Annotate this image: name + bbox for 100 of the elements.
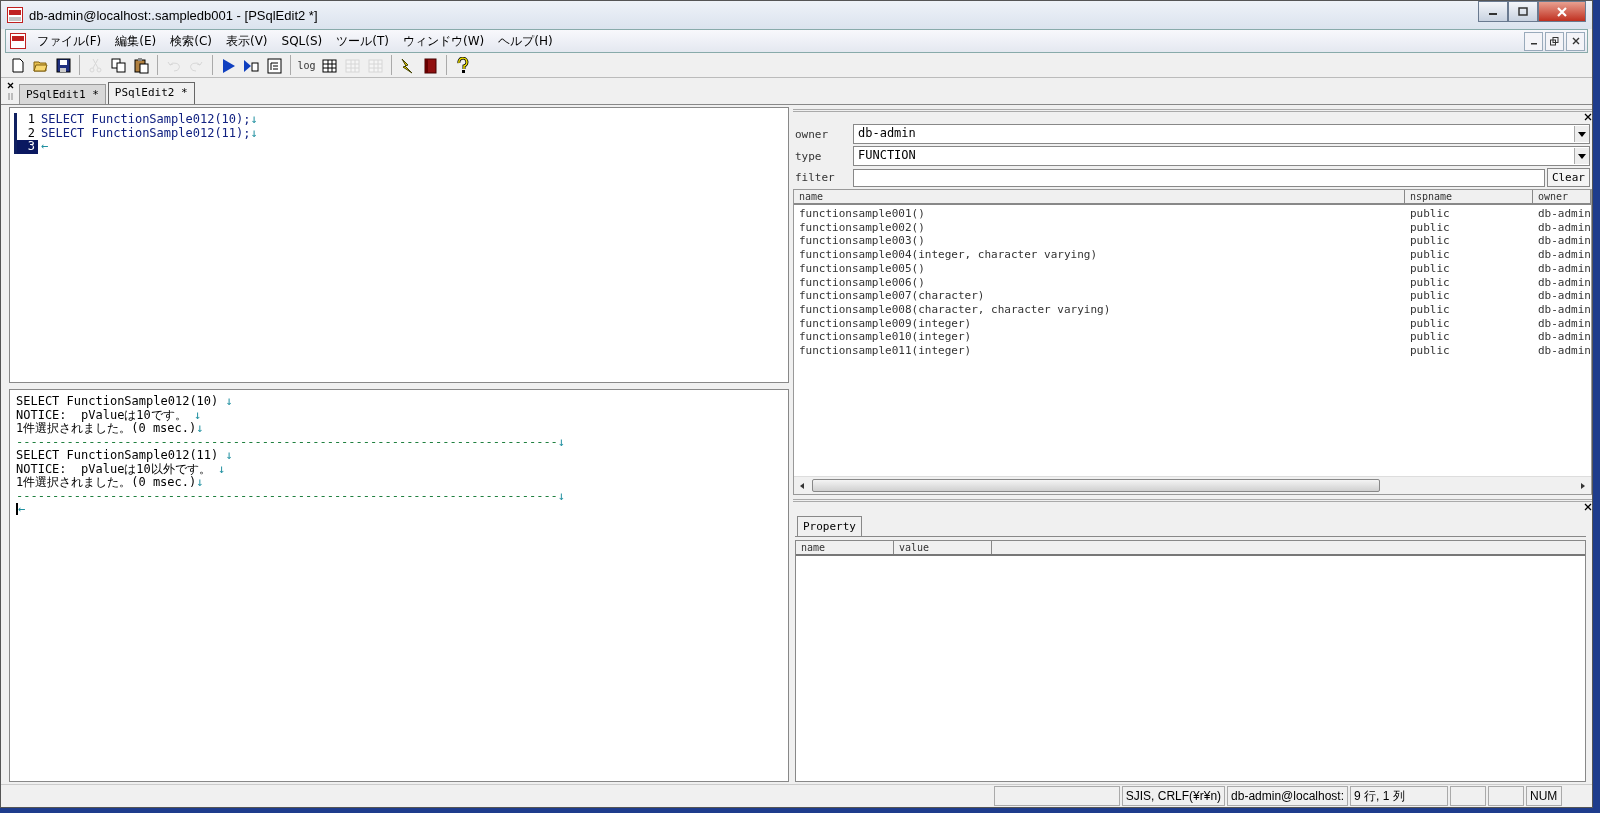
table-cell-text: db-admin xyxy=(1537,344,1591,358)
table-cell-text: public xyxy=(1409,302,1451,317)
table-cell-text: public xyxy=(1409,261,1451,276)
line-end-mark: ← xyxy=(41,140,49,154)
window-title: db-admin@localhost:.sampledb001 - [PSqlEdit2 *] xyxy=(29,7,319,23)
menu-item[interactable]: 編集(E) xyxy=(108,32,164,50)
status-pane xyxy=(1450,786,1486,806)
code-line: SELECT FunctionSample012(10); xyxy=(40,113,251,127)
table-cell-text: db-admin xyxy=(1537,289,1591,303)
column-header[interactable]: name xyxy=(794,190,1405,203)
line-end-mark: ↓ xyxy=(218,462,226,476)
table-cell-text: functionsample010(integer) xyxy=(798,330,973,345)
close-button[interactable] xyxy=(1538,1,1586,22)
table-cell-text: functionsample003() xyxy=(798,234,926,249)
table-cell-text: public xyxy=(1409,330,1451,345)
menu-item[interactable]: ファイル(F) xyxy=(30,32,109,50)
num-lock-status: NUM xyxy=(1526,786,1562,806)
output-line: NOTICE: pValueは10以外です。 xyxy=(16,462,211,476)
line-end-mark: ↓ xyxy=(196,422,204,436)
log-button[interactable]: log xyxy=(296,54,317,76)
table-cell-text: db-admin xyxy=(1537,302,1591,317)
line-number: 1 xyxy=(14,113,38,127)
column-header[interactable]: owner xyxy=(1533,190,1591,203)
output-line: --------------------------------------------------------------------------- xyxy=(16,489,558,503)
table-cell-text: public xyxy=(1409,316,1451,331)
table-cell-text: db-admin xyxy=(1537,316,1591,331)
output-line: NOTICE: pValueは10です。 xyxy=(16,408,187,422)
document-icon[interactable] xyxy=(10,33,26,49)
table-cell-text: functionsample009(integer) xyxy=(798,316,973,331)
output-line: 1件選択されました。(0 msec.) xyxy=(16,476,197,490)
maximize-button[interactable] xyxy=(1508,1,1538,22)
column-header[interactable]: nspname xyxy=(1405,190,1533,203)
editor-tab[interactable]: PSqlEdit2 * xyxy=(107,82,195,104)
line-end-mark: ↓ xyxy=(250,126,258,140)
close-icon[interactable] xyxy=(1584,503,1592,511)
minimize-button[interactable] xyxy=(1478,1,1508,22)
table-cell-text: db-admin xyxy=(1537,220,1591,235)
horizontal-scrollbar[interactable] xyxy=(794,476,1591,494)
field-label: filter xyxy=(795,171,836,184)
line-end-mark: ↓ xyxy=(196,476,204,490)
line-end-mark: ↓ xyxy=(225,449,233,463)
restore-icon xyxy=(1550,36,1559,46)
table-cell-text: public xyxy=(1409,248,1451,262)
table-cell-text: functionsample004(integer, character varying) xyxy=(798,248,1098,262)
line-end-mark: ↓ xyxy=(225,395,233,409)
table-cell-text: db-admin xyxy=(1537,207,1591,221)
cursor-position: 9 行, 1 列 xyxy=(1350,786,1448,806)
status-pane xyxy=(1488,786,1524,806)
editor-tab[interactable]: PSqlEdit1 * xyxy=(19,84,106,104)
table-cell-text: db-admin xyxy=(1537,234,1591,249)
table-cell-text: functionsample001() xyxy=(798,207,926,221)
table-cell-text: db-admin xyxy=(1537,261,1591,276)
field-label: type xyxy=(795,149,823,163)
menu-item[interactable]: ツール(T) xyxy=(329,32,396,50)
table-cell-text: public xyxy=(1409,234,1451,249)
table-cell-text: functionsample005() xyxy=(798,261,926,276)
output-line: SELECT FunctionSample012(11) xyxy=(16,449,220,463)
output-line: SELECT FunctionSample012(10) xyxy=(16,395,220,409)
code-line: SELECT FunctionSample012(11); xyxy=(40,126,251,140)
table-cell-text: public xyxy=(1409,220,1451,235)
table-cell-text: public xyxy=(1409,275,1451,290)
table-cell-text: functionsample002() xyxy=(798,220,926,235)
column-header[interactable]: name xyxy=(796,541,894,554)
line-end-mark: ↓ xyxy=(194,408,202,422)
close-icon xyxy=(1556,6,1568,17)
table-cell-text: public xyxy=(1409,207,1451,221)
connection-status: db-admin@localhost: xyxy=(1227,786,1348,806)
table-cell-text: functionsample011(integer) xyxy=(798,344,973,358)
sql-editor[interactable]: 1 SELECT FunctionSample012(10);↓ 2 SELECT FunctionSample012(11);↓ 3 ← xyxy=(9,107,789,383)
menu-item[interactable]: ウィンドウ(W) xyxy=(396,32,492,50)
table-cell-text: functionsample007(character) xyxy=(798,289,986,303)
column-header[interactable]: value xyxy=(894,541,992,554)
clear-button[interactable]: Clear xyxy=(1546,168,1590,187)
menu-item[interactable]: 検索(C) xyxy=(163,32,219,50)
output-line: 1件選択されました。(0 msec.) xyxy=(16,422,197,436)
filter-field[interactable] xyxy=(853,168,1545,187)
field-label: owner xyxy=(795,127,830,141)
close-icon xyxy=(1571,37,1580,45)
menu-item[interactable]: ヘルプ(H) xyxy=(491,32,560,50)
menu-item[interactable]: SQL(S) xyxy=(274,34,330,48)
owner-dropdown[interactable]: db-admin xyxy=(853,124,1590,144)
type-dropdown[interactable]: FUNCTION xyxy=(853,146,1590,166)
line-end-mark: ↓ xyxy=(250,113,258,127)
menu-item[interactable]: 表示(V) xyxy=(218,32,275,50)
table-cell-text: db-admin xyxy=(1537,248,1591,262)
maximize-icon xyxy=(1518,7,1528,16)
table-cell-text: functionsample008(character, character varying) xyxy=(798,302,1112,317)
output-line: --------------------------------------------------------------------------- xyxy=(16,435,558,449)
restore-button[interactable] xyxy=(1545,31,1564,51)
encoding-status: SJIS, CRLF(¥r¥n) xyxy=(1121,786,1226,806)
table-cell-text: public xyxy=(1409,289,1451,303)
line-end-mark: ← xyxy=(18,503,26,517)
line-number: 3 xyxy=(14,140,38,154)
table-cell-text: functionsample006() xyxy=(798,275,926,290)
line-end-mark: ↓ xyxy=(557,435,566,449)
close-button[interactable] xyxy=(1566,31,1585,51)
line-end-mark: ↓ xyxy=(557,489,566,503)
property-tab[interactable]: Property xyxy=(797,516,862,536)
close-icon[interactable] xyxy=(1584,113,1592,121)
table-cell-text: db-admin xyxy=(1537,275,1591,290)
